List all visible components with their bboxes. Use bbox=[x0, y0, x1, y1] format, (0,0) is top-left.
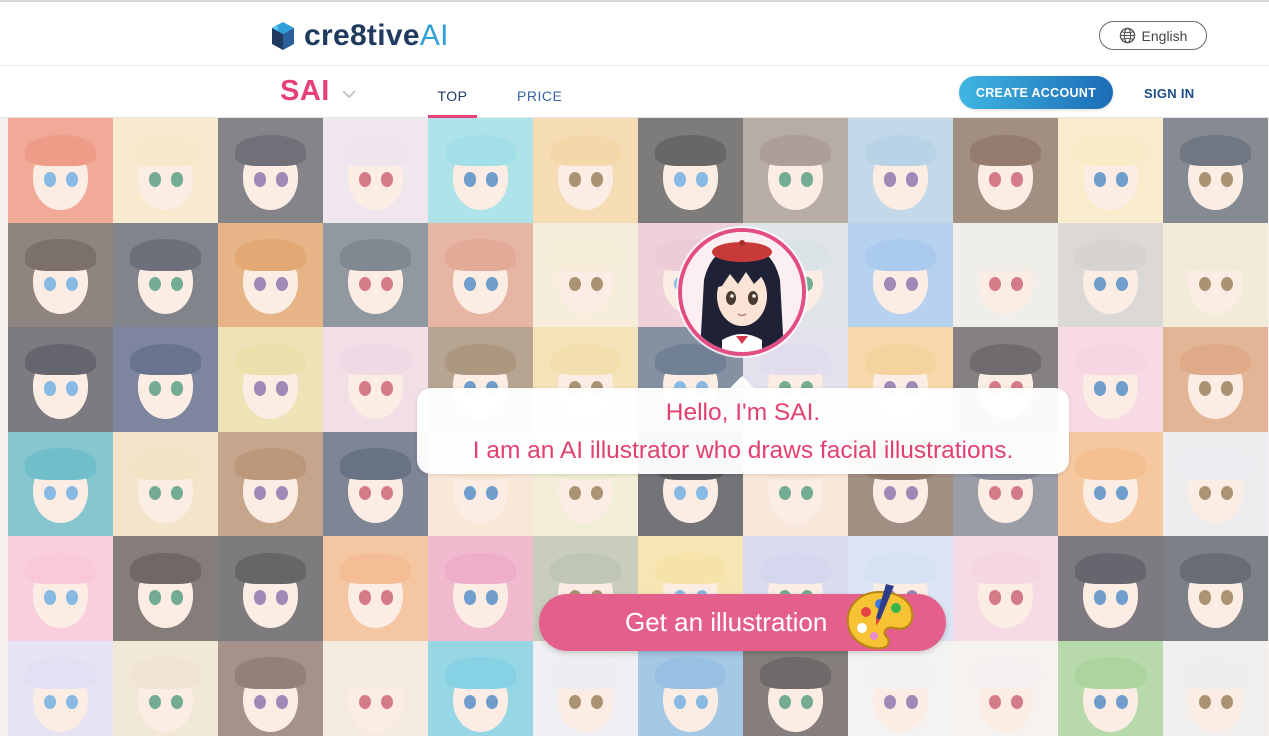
face-tile bbox=[1163, 118, 1268, 223]
face-tile bbox=[1058, 327, 1163, 432]
brand-name: cre8tiveAI bbox=[304, 19, 449, 52]
face-tile bbox=[323, 118, 428, 223]
face-tile bbox=[8, 118, 113, 223]
face-tile bbox=[218, 640, 323, 736]
face-tile bbox=[743, 118, 848, 223]
create-account-button[interactable]: CREATE ACCOUNT bbox=[959, 76, 1113, 109]
face-tile bbox=[218, 222, 323, 327]
globe-icon bbox=[1119, 27, 1135, 44]
face-tile bbox=[533, 118, 638, 223]
face-tile bbox=[323, 640, 428, 736]
face-tile bbox=[848, 118, 953, 223]
brand-logo[interactable]: cre8tiveAI bbox=[270, 18, 449, 54]
language-selector[interactable]: English bbox=[1099, 21, 1207, 50]
face-tile bbox=[1058, 222, 1163, 327]
face-tile bbox=[953, 640, 1058, 736]
greeting-line-2: I am an AI illustrator who draws facial … bbox=[472, 437, 1014, 464]
face-tile bbox=[428, 640, 533, 736]
face-tile bbox=[8, 222, 113, 327]
face-tile bbox=[218, 118, 323, 223]
face-tile bbox=[218, 327, 323, 432]
face-tile bbox=[848, 222, 953, 327]
face-tile bbox=[533, 222, 638, 327]
face-tile bbox=[1163, 640, 1268, 736]
face-tile bbox=[428, 536, 533, 641]
face-tile bbox=[638, 118, 743, 223]
language-label: English bbox=[1141, 27, 1188, 44]
chevron-down-icon bbox=[342, 89, 356, 98]
face-tile bbox=[743, 640, 848, 736]
face-tile bbox=[1058, 431, 1163, 536]
face-tile bbox=[953, 222, 1058, 327]
face-tile bbox=[638, 640, 743, 736]
face-tile bbox=[218, 536, 323, 641]
face-tile bbox=[953, 536, 1058, 641]
face-tile bbox=[428, 118, 533, 223]
face-tile bbox=[113, 431, 218, 536]
sign-in-link[interactable]: SIGN IN bbox=[1144, 86, 1195, 101]
face-tile bbox=[1058, 118, 1163, 223]
product-selector[interactable]: SAI bbox=[280, 75, 356, 108]
greeting-bubble: Hello, I'm SAI. I am an AI illustrator w… bbox=[417, 388, 1069, 474]
top-header: cre8tiveAI English bbox=[0, 0, 1269, 66]
face-tile bbox=[1163, 327, 1268, 432]
face-tile bbox=[218, 431, 323, 536]
face-tile bbox=[323, 327, 428, 432]
face-tile bbox=[323, 222, 428, 327]
face-tile bbox=[8, 327, 113, 432]
sai-avatar-icon bbox=[678, 228, 806, 356]
face-tile bbox=[323, 431, 428, 536]
face-tile bbox=[113, 327, 218, 432]
cta-label: Get an illustration bbox=[625, 607, 828, 637]
face-tile bbox=[113, 640, 218, 736]
face-tile bbox=[8, 536, 113, 641]
cube-logo-icon bbox=[272, 22, 294, 50]
face-tile bbox=[113, 222, 218, 327]
face-tile bbox=[1163, 431, 1268, 536]
face-tile bbox=[113, 536, 218, 641]
face-tile bbox=[8, 640, 113, 736]
hero-section: Hello, I'm SAI. I am an AI illustrator w… bbox=[0, 118, 1269, 736]
tab-price[interactable]: PRICE bbox=[517, 88, 562, 104]
face-tile bbox=[953, 118, 1058, 223]
face-tile bbox=[113, 118, 218, 223]
paint-palette-icon bbox=[846, 584, 914, 650]
face-tile bbox=[428, 222, 533, 327]
face-tile bbox=[323, 536, 428, 641]
greeting-line-1: Hello, I'm SAI. bbox=[665, 399, 821, 426]
face-tile bbox=[8, 431, 113, 536]
face-tile bbox=[1163, 222, 1268, 327]
nav-bar: SAI TOP PRICE CREATE ACCOUNT SIGN IN bbox=[0, 67, 1269, 118]
face-tile bbox=[1058, 640, 1163, 736]
product-name: SAI bbox=[280, 75, 330, 107]
face-tile bbox=[1163, 536, 1268, 641]
tab-top[interactable]: TOP bbox=[428, 88, 477, 118]
face-tile bbox=[533, 640, 638, 736]
face-tile bbox=[1058, 536, 1163, 641]
